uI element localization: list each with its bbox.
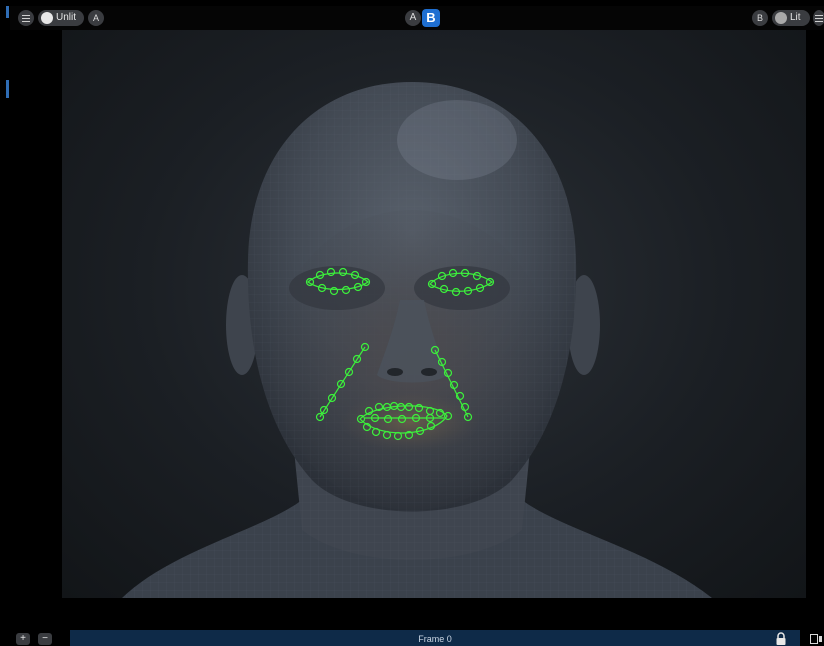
app-window: Unlit A A B B Lit + − Frame 0 — [0, 0, 824, 646]
zoom-out-button[interactable]: − — [38, 633, 52, 645]
toggle-icon — [41, 12, 53, 24]
lit-label: Lit — [790, 12, 801, 23]
viewport-b-badge[interactable]: B — [752, 10, 768, 26]
lit-toggle[interactable]: Lit — [772, 10, 810, 26]
edge-marker — [6, 80, 9, 98]
compare-b-button[interactable]: B — [422, 9, 440, 27]
edge-marker — [6, 6, 9, 18]
menu-icon[interactable] — [18, 10, 34, 26]
unlit-toggle[interactable]: Unlit — [38, 10, 84, 26]
viewport[interactable] — [62, 30, 806, 598]
compare-a-button[interactable]: A — [405, 10, 421, 26]
split-view-icon[interactable] — [810, 634, 822, 644]
top-toolbar: Unlit A A B B Lit — [10, 6, 824, 30]
head-render — [122, 82, 712, 598]
unlit-label: Unlit — [56, 12, 77, 23]
frame-label: Frame 0 — [418, 634, 452, 644]
menu-icon[interactable] — [813, 10, 824, 26]
lock-icon[interactable] — [775, 632, 787, 646]
timeline-bar[interactable]: Frame 0 — [70, 630, 800, 646]
bottom-toolbar: + − Frame 0 — [0, 630, 824, 646]
toggle-icon — [775, 12, 787, 24]
zoom-in-button[interactable]: + — [16, 633, 30, 645]
viewport-a-badge[interactable]: A — [88, 10, 104, 26]
